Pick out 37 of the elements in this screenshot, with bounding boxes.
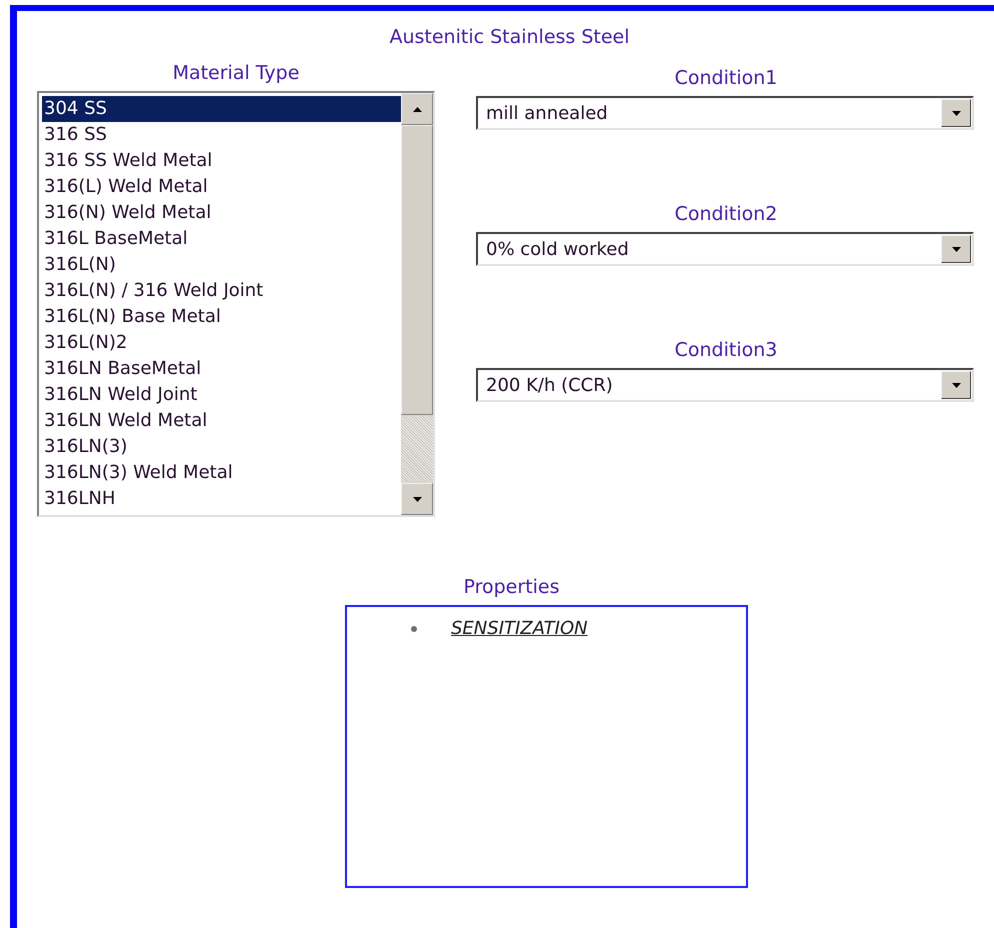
list-option[interactable]: 316LNH — [42, 486, 401, 512]
condition-dropdown[interactable]: 0% cold worked — [476, 232, 974, 266]
scrollbar[interactable] — [401, 93, 433, 515]
caret-icon — [952, 110, 960, 116]
caret-icon — [952, 246, 960, 252]
scroll-up-button[interactable] — [401, 93, 433, 125]
list-option[interactable]: 316LN(3) — [42, 434, 401, 460]
list-option[interactable]: 316L(N) / 316 Weld Joint — [42, 278, 401, 304]
up-arrow-icon — [412, 106, 422, 112]
condition-label: Condition1 — [674, 66, 778, 90]
list-option[interactable]: 316L(N) — [42, 252, 401, 278]
list-option[interactable]: 316 SS — [42, 122, 401, 148]
list-option[interactable]: 316L BaseMetal — [42, 226, 401, 252]
list-option[interactable]: 316L(N) Base Metal — [42, 304, 401, 330]
scroll-thumb[interactable] — [401, 125, 433, 415]
list-option[interactable]: 316L(N)2 — [42, 330, 401, 356]
list-option[interactable]: 316LN(3) Weld Metal — [42, 460, 401, 486]
caret-icon — [952, 382, 960, 388]
list-option[interactable]: 304 SS — [42, 96, 401, 122]
list-option[interactable]: 316 SS Weld Metal — [42, 148, 401, 174]
material-listbox[interactable] — [37, 91, 435, 517]
condition-dropdown[interactable]: mill annealed — [476, 96, 974, 130]
condition-label: Condition2 — [674, 202, 778, 226]
list-option[interactable]: 316LN BaseMetal — [42, 356, 401, 382]
property-link[interactable]: SENSITIZATION — [451, 615, 588, 642]
material-type-label: Material Type — [172, 61, 300, 85]
bullet-icon — [411, 626, 417, 632]
condition-label: Condition3 — [674, 338, 778, 362]
down-arrow-icon — [412, 496, 422, 502]
list-option[interactable]: 316LN Weld Metal — [42, 408, 401, 434]
page-title: Austenitic Stainless Steel — [389, 25, 630, 49]
list-option[interactable]: 316(N) Weld Metal — [42, 200, 401, 226]
list-option[interactable]: 316(L) Weld Metal — [42, 174, 401, 200]
list-option[interactable]: 316LN Weld Joint — [42, 382, 401, 408]
properties-label: Properties — [463, 575, 560, 599]
condition-dropdown[interactable]: 200 K/h (CCR) — [476, 368, 974, 402]
scroll-down-button[interactable] — [401, 483, 433, 515]
